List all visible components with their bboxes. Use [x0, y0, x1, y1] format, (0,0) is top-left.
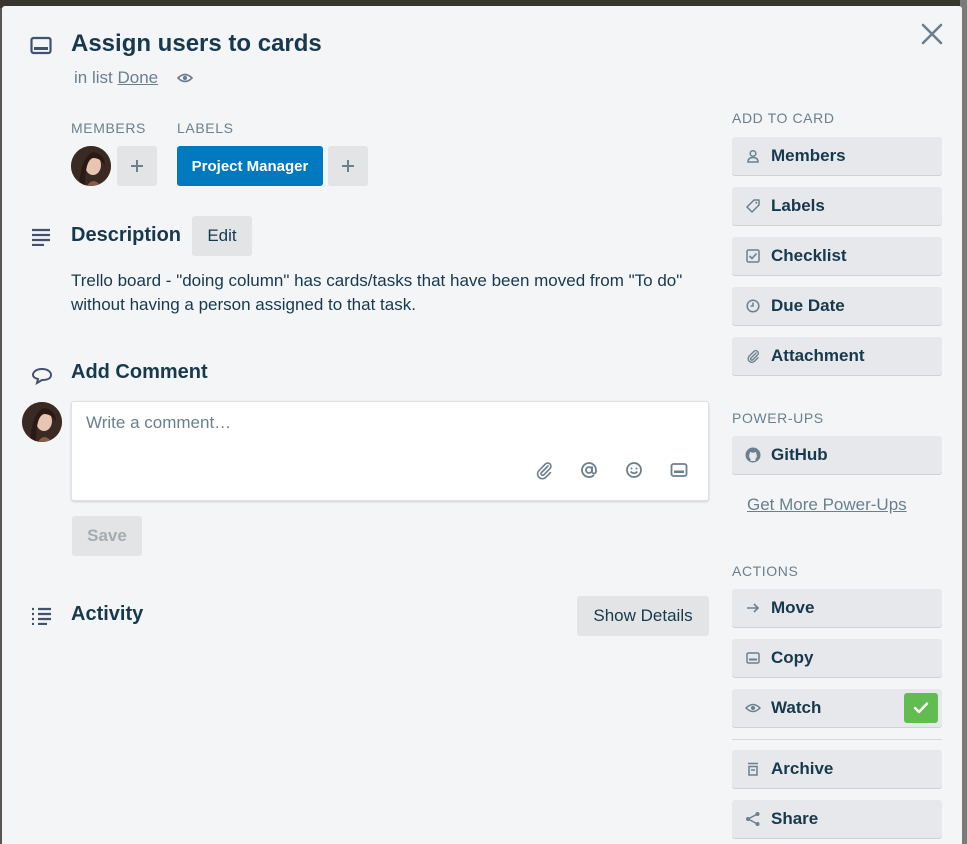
attachment-icon[interactable] [534, 460, 554, 480]
sidebar-attachment-button[interactable]: Attachment [732, 337, 942, 375]
add-comment-heading: Add Comment [71, 361, 208, 383]
emoji-icon[interactable] [624, 460, 644, 480]
sidebar-share-button[interactable]: Share [732, 800, 942, 838]
sidebar-members-button[interactable]: Members [732, 137, 942, 175]
card-title[interactable]: Assign users to cards [71, 30, 322, 58]
share-icon [745, 811, 761, 827]
card-icon [745, 650, 761, 666]
comment-icon [31, 367, 53, 385]
arrow-right-icon [745, 600, 761, 616]
edit-description-button[interactable]: Edit [192, 216, 252, 256]
sidebar-due-date-button[interactable]: Due Date [732, 287, 942, 325]
watching-check-badge [904, 693, 938, 723]
actions-heading: ACTIONS [732, 563, 799, 579]
sidebar-members-label: Members [771, 146, 846, 165]
show-details-button[interactable]: Show Details [577, 596, 709, 636]
sidebar-move-button[interactable]: Move [732, 589, 942, 627]
description-icon [31, 228, 51, 246]
plus-icon [131, 160, 143, 172]
members-heading: MEMBERS [71, 120, 146, 136]
close-icon [921, 23, 943, 45]
sidebar-divider [732, 739, 942, 740]
eye-icon [745, 700, 761, 716]
archive-icon [745, 761, 761, 777]
sidebar-attachment-label: Attachment [771, 346, 865, 365]
eye-icon [176, 72, 193, 84]
sidebar-labels-button[interactable]: Labels [732, 187, 942, 225]
comment-composer [71, 401, 709, 501]
sidebar-share-label: Share [771, 809, 819, 828]
sidebar-checklist-button[interactable]: Checklist [732, 237, 942, 275]
current-user-avatar[interactable] [22, 402, 62, 442]
sidebar-archive-label: Archive [771, 759, 834, 778]
card-detail-window: Assign users to cards in list Done MEMBE… [2, 6, 962, 844]
plus-icon [342, 160, 354, 172]
description-text[interactable]: Trello board - "doing column" has cards/… [71, 269, 711, 317]
activity-heading: Activity [71, 603, 144, 625]
clock-icon [745, 298, 761, 314]
sidebar-labels-label: Labels [771, 196, 825, 215]
list-name-link[interactable]: Done [117, 68, 158, 87]
sidebar-copy-label: Copy [771, 648, 814, 667]
comment-input[interactable] [84, 412, 688, 434]
card-link-icon[interactable] [669, 460, 689, 480]
card-icon [30, 36, 52, 56]
sidebar-checklist-label: Checklist [771, 246, 847, 265]
sidebar-watch-label: Watch [771, 698, 822, 717]
activity-icon [31, 607, 53, 625]
description-heading: Description [71, 224, 182, 246]
list-prefix: in list [74, 68, 113, 87]
add-label-button[interactable] [328, 146, 368, 186]
checkbox-icon [745, 248, 761, 264]
sidebar-github-label: GitHub [771, 445, 828, 464]
mention-icon[interactable] [579, 460, 599, 480]
check-icon [913, 702, 929, 714]
sidebar-move-label: Move [771, 598, 815, 617]
label-project-manager[interactable]: Project Manager [177, 146, 323, 186]
sidebar-github-button[interactable]: GitHub [732, 436, 942, 474]
card-list-info: in list Done [74, 68, 193, 88]
power-ups-heading: POWER-UPS [732, 410, 824, 426]
close-button[interactable] [918, 20, 946, 48]
tag-icon [745, 198, 761, 214]
add-to-card-heading: ADD TO CARD [732, 110, 835, 126]
sidebar-archive-button[interactable]: Archive [732, 750, 942, 788]
sidebar-copy-button[interactable]: Copy [732, 639, 942, 677]
labels-heading: LABELS [177, 120, 234, 136]
member-avatar[interactable] [71, 146, 111, 186]
github-icon [745, 447, 761, 463]
sidebar-watch-button[interactable]: Watch [732, 689, 942, 727]
add-member-button[interactable] [117, 146, 157, 186]
save-comment-button[interactable]: Save [72, 516, 142, 556]
get-more-power-ups-link[interactable]: Get More Power-Ups [747, 495, 907, 515]
paperclip-icon [745, 348, 761, 364]
sidebar-due-date-label: Due Date [771, 296, 845, 315]
person-icon [745, 148, 761, 164]
